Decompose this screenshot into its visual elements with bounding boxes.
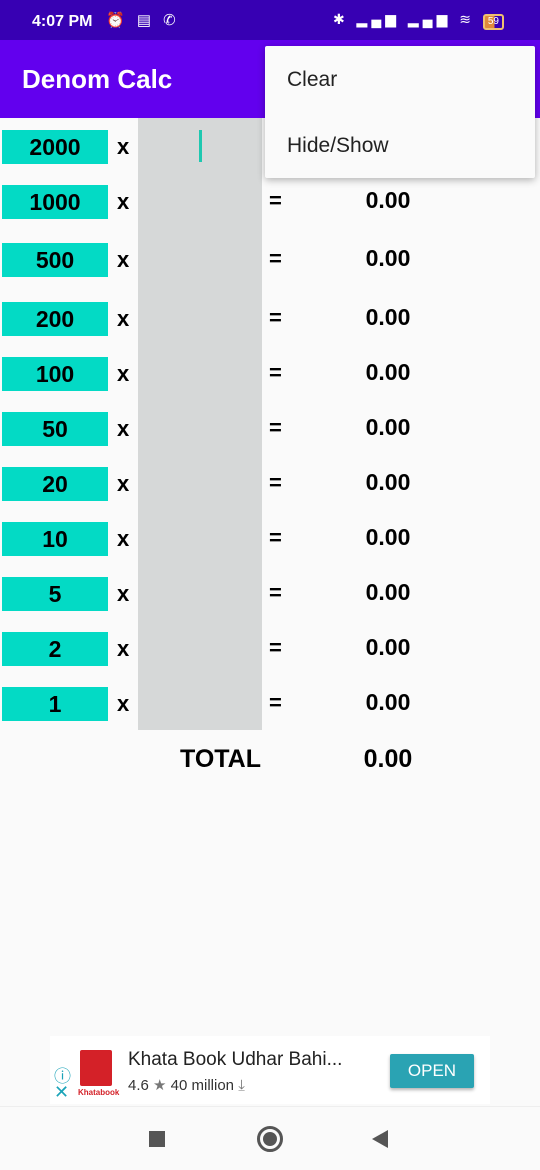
denomination-label: 2000 <box>2 130 108 164</box>
multiply-sign: x <box>117 189 130 214</box>
denomination-row: 50 x = 0.00 <box>0 412 540 446</box>
denomination-label: 1000 <box>2 185 108 219</box>
overflow-menu: Clear Hide/Show <box>265 46 535 178</box>
system-icons: ✱ ▂▄▆ ▂▄▆ ≋ 59 <box>333 11 504 30</box>
equals-sign: = <box>269 415 282 440</box>
navigation-bar <box>0 1106 540 1170</box>
ad-rating: 4.6 <box>128 1077 149 1094</box>
total-value: 0.00 <box>363 745 413 773</box>
equals-sign: = <box>269 525 282 550</box>
denomination-row: 20 x = 0.00 <box>0 467 540 501</box>
denomination-label: 200 <box>2 302 108 336</box>
signal-wifi-icons: ✱ ▂▄▆ ▂▄▆ ≋ <box>332 11 475 27</box>
denomination-label: 10 <box>2 522 108 556</box>
denomination-row: 100 x = 0.00 <box>0 357 540 391</box>
multiply-sign: x <box>117 581 130 606</box>
row-amount: 0.00 <box>365 304 411 330</box>
multiply-sign: x <box>117 636 130 661</box>
equals-sign: = <box>269 246 282 271</box>
row-amount: 0.00 <box>365 359 411 385</box>
equals-sign: = <box>269 470 282 495</box>
ad-open-button[interactable]: OPEN <box>390 1054 474 1088</box>
multiply-sign: x <box>117 361 130 386</box>
denomination-row: 200 x = 0.00 <box>0 302 540 336</box>
multiply-sign: x <box>117 526 130 551</box>
notification-icons: ⏰ ▤ ✆ <box>106 12 180 29</box>
app-title: Denom Calc <box>22 64 173 94</box>
equals-sign: = <box>269 360 282 385</box>
row-amount: 0.00 <box>365 414 411 440</box>
equals-sign: = <box>269 635 282 660</box>
recents-icon[interactable] <box>149 1131 165 1147</box>
menu-item-clear[interactable]: Clear <box>287 68 337 92</box>
denomination-label: 5 <box>2 577 108 611</box>
status-time: 4:07 PM <box>32 13 93 30</box>
denomination-label: 2 <box>2 632 108 666</box>
ad-banner[interactable]: ⓘ ✕ Khatabook Khata Book Udhar Bahi... 4… <box>50 1036 490 1104</box>
ad-logo-text: Khatabook <box>78 1088 120 1097</box>
back-icon[interactable] <box>372 1130 388 1148</box>
download-icon: ⤓ <box>238 1077 245 1094</box>
home-icon[interactable] <box>257 1126 283 1152</box>
status-bar: 4:07 PM ⏰ ▤ ✆ ✱ ▂▄▆ ▂▄▆ ≋ 59 <box>0 0 540 40</box>
multiply-sign: x <box>117 691 130 716</box>
row-amount: 0.00 <box>365 634 411 660</box>
denomination-label: 1 <box>2 687 108 721</box>
denomination-row: 1 x = 0.00 <box>0 687 540 721</box>
equals-sign: = <box>269 690 282 715</box>
denomination-row: 5 x = 0.00 <box>0 577 540 611</box>
multiply-sign: x <box>117 416 130 441</box>
multiply-sign: x <box>117 134 130 159</box>
denomination-row: 10 x = 0.00 <box>0 522 540 556</box>
equals-sign: = <box>269 188 282 213</box>
row-amount: 0.00 <box>365 187 411 213</box>
multiply-sign: x <box>117 247 130 272</box>
row-amount: 0.00 <box>365 579 411 605</box>
battery-icon: 59 <box>482 14 504 30</box>
row-amount: 0.00 <box>365 689 411 715</box>
ad-downloads: 40 million <box>170 1077 235 1094</box>
total-label: TOTAL <box>180 745 262 773</box>
row-amount: 0.00 <box>365 469 411 495</box>
denomination-label: 20 <box>2 467 108 501</box>
denomination-row: 1000 x = 0.00 <box>0 185 540 219</box>
denomination-label: 100 <box>2 357 108 391</box>
equals-sign: = <box>269 305 282 330</box>
khatabook-logo <box>80 1050 112 1086</box>
ad-close-icon[interactable]: ✕ <box>54 1082 69 1103</box>
row-amount: 0.00 <box>365 524 411 550</box>
multiply-sign: x <box>117 306 130 331</box>
equals-sign: = <box>269 580 282 605</box>
menu-item-hide-show[interactable]: Hide/Show <box>287 134 389 158</box>
denomination-label: 50 <box>2 412 108 446</box>
ad-title: Khata Book Udhar Bahi... <box>128 1049 343 1070</box>
row-amount: 0.00 <box>365 245 411 271</box>
multiply-sign: x <box>117 471 130 496</box>
denomination-label: 500 <box>2 243 108 277</box>
denomination-row: 2 x = 0.00 <box>0 632 540 666</box>
ad-meta: 4.6 ★ 40 million ⤓ <box>128 1076 245 1094</box>
star-icon: ★ <box>153 1077 167 1094</box>
denomination-row: 500 x = 0.00 <box>0 243 540 277</box>
